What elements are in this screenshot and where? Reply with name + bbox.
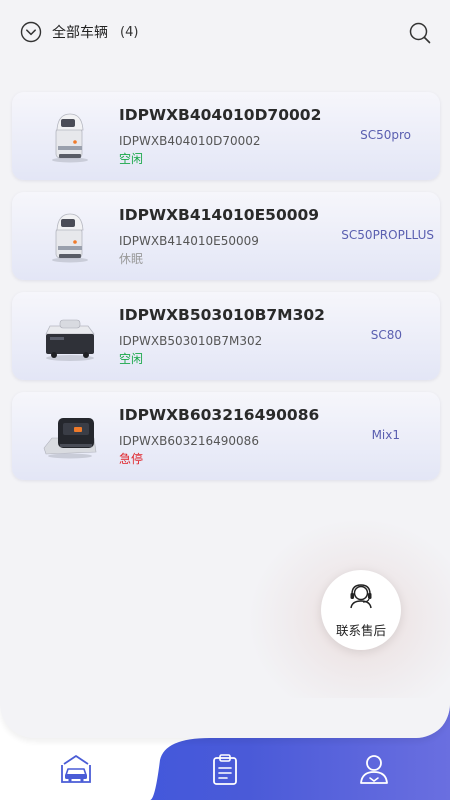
robot-mix1-thumbnail: [43, 418, 97, 459]
vehicle-title: IDPWXB414010E50009: [119, 206, 320, 224]
user-icon: [360, 755, 388, 784]
vehicle-status: 空闲: [119, 352, 144, 366]
vehicle-title: IDPWXB404010D70002: [119, 106, 322, 124]
content-panel-edge: [0, 698, 450, 738]
vehicle-count: (4): [120, 24, 139, 40]
chevron-down-circle-icon: [20, 21, 42, 43]
vehicle-model: Mix1: [371, 428, 400, 442]
header: 全部车辆 (4): [0, 0, 450, 64]
robot-sc80-thumbnail: [45, 319, 95, 361]
vehicle-serial: IDPWXB603216490086: [119, 434, 259, 448]
vehicle-status: 空闲: [119, 152, 144, 166]
contact-support-label: 联系售后: [335, 623, 386, 638]
search-icon[interactable]: [408, 21, 432, 45]
vehicle-model: SC50pro: [360, 128, 411, 142]
vehicle-card[interactable]: IDPWXB603216490086 IDPWXB603216490086 急停…: [12, 392, 440, 480]
robot-sc50-thumbnail: [52, 213, 88, 263]
vehicle-status: 急停: [119, 452, 144, 466]
vehicle-card[interactable]: IDPWXB404010D70002 IDPWXB404010D70002 空闲…: [12, 92, 440, 180]
tab-vehicles[interactable]: [59, 752, 93, 786]
tab-profile[interactable]: [357, 752, 391, 786]
contact-support-button[interactable]: 联系售后: [321, 570, 401, 650]
vehicle-icon: [61, 755, 91, 783]
vehicle-title: IDPWXB603216490086: [119, 406, 320, 424]
vehicle-status: 休眠: [119, 252, 144, 266]
app-screen: 全部车辆 (4) IDPWXB404010D70002 IDPWXB404010…: [0, 0, 450, 800]
tab-tasks[interactable]: [208, 752, 242, 786]
headset-icon: [350, 584, 372, 609]
vehicle-serial: IDPWXB404010D70002: [119, 134, 261, 148]
vehicle-model: SC80: [370, 328, 402, 342]
vehicle-filter-dropdown[interactable]: 全部车辆 (4): [20, 21, 138, 43]
vehicle-model: SC50PROPLLUS: [341, 228, 434, 242]
vehicle-serial: IDPWXB414010E50009: [119, 234, 259, 248]
robot-sc50-thumbnail: [52, 113, 88, 163]
vehicle-title: IDPWXB503010B7M302: [119, 306, 325, 324]
vehicle-card[interactable]: IDPWXB414010E50009 IDPWXB414010E50009 休眠…: [12, 192, 440, 280]
vehicle-list: IDPWXB404010D70002 IDPWXB404010D70002 空闲…: [12, 92, 440, 492]
clipboard-icon: [213, 754, 237, 785]
filter-label: 全部车辆: [52, 25, 108, 41]
vehicle-serial: IDPWXB503010B7M302: [119, 334, 263, 348]
bottom-tab-bar: [0, 698, 450, 800]
vehicle-card[interactable]: IDPWXB503010B7M302 IDPWXB503010B7M302 空闲…: [12, 292, 440, 380]
